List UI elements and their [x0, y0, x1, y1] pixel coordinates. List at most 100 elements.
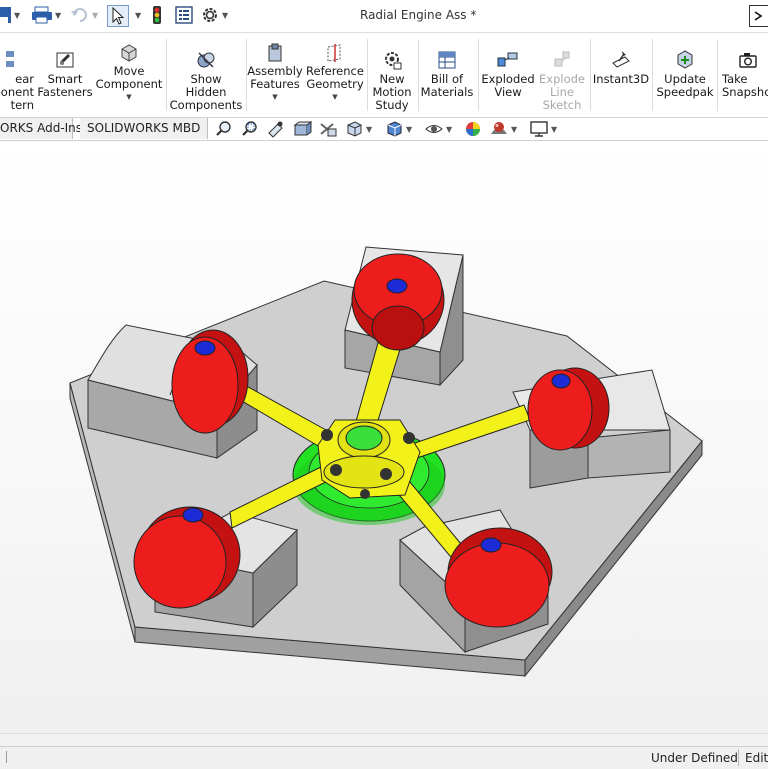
tab-solidworks-mbd[interactable]: SOLIDWORKS MBD — [80, 118, 209, 139]
reference-geometry-button[interactable]: Reference Geometry ▼ — [304, 33, 366, 117]
file-properties-button[interactable] — [175, 5, 193, 25]
radial-engine-model[interactable] — [0, 141, 768, 746]
dynamic-annotation-button[interactable] — [318, 120, 338, 138]
title-bar: ▼ ▼ ▼ ▼ ▼ Radial Engine Ass * — [0, 0, 768, 33]
zoom-to-area-icon — [242, 121, 257, 136]
hub-bolt — [360, 489, 370, 499]
ribbon-label: Smart Fasteners — [37, 72, 93, 99]
window-restore-button[interactable] — [749, 5, 768, 27]
apply-scene-button[interactable]: ▼ — [489, 120, 517, 138]
hide-show-items-button[interactable]: ▼ — [424, 120, 452, 138]
piston[interactable] — [527, 367, 610, 451]
chevron-down-icon: ▼ — [366, 124, 373, 134]
status-definition-state: Under Defined — [651, 751, 738, 765]
smart-fasteners-icon — [54, 39, 76, 71]
hub-bolt — [403, 432, 415, 444]
ribbon-label: ear ponent tern — [0, 72, 34, 112]
ribbon-separator — [652, 39, 653, 111]
status-divider — [738, 749, 739, 766]
section-view-button[interactable] — [292, 120, 312, 138]
chevron-down-icon: ▼ — [511, 124, 518, 134]
ribbon-separator — [166, 39, 167, 111]
camera-icon — [737, 39, 759, 71]
move-component-button[interactable]: Move Component ▼ — [96, 33, 162, 117]
bill-of-materials-button[interactable]: Bill of Materials — [420, 33, 474, 117]
hub-bolt — [330, 464, 342, 476]
chevron-down-icon: ▼ — [14, 10, 21, 20]
chevron-down-icon[interactable]: ▼ — [272, 93, 277, 101]
status-editing-mode: Editi — [745, 751, 768, 765]
eye-icon — [425, 125, 443, 133]
chevron-down-icon[interactable]: ▼ — [126, 93, 131, 101]
move-component-icon — [118, 39, 140, 63]
rebuild-button[interactable] — [151, 5, 163, 25]
ribbon-label: Update Speedpak — [656, 72, 714, 99]
explode-line-sketch-icon — [551, 39, 573, 71]
chevron-down-icon: ▼ — [135, 10, 142, 20]
linear-component-pattern-button[interactable]: ear ponent tern — [0, 33, 34, 117]
master-rod-hub[interactable] — [317, 419, 421, 499]
print-button[interactable]: ▼ — [31, 5, 61, 25]
graphics-area[interactable] — [0, 141, 768, 746]
undo-icon — [71, 8, 87, 22]
piston[interactable] — [444, 527, 553, 628]
command-manager-tabs: ORKS Add-Ins SOLIDWORKS MBD ▼ ▼ ▼ ▼ ▼ — [0, 118, 768, 141]
previous-view-button[interactable] — [266, 120, 286, 138]
chevron-down-icon: ▼ — [406, 124, 413, 134]
exploded-view-button[interactable]: Exploded View — [480, 33, 536, 117]
document-title: Radial Engine Ass * — [360, 8, 477, 22]
assembly-features-button[interactable]: Assembly Features ▼ — [247, 33, 303, 117]
traffic-light-icon — [153, 6, 161, 24]
edit-appearance-button[interactable] — [463, 120, 483, 138]
chevron-down-icon: ▼ — [92, 10, 99, 20]
reference-geometry-icon — [324, 39, 346, 63]
take-snapshot-button[interactable]: Take Snapsho — [720, 33, 768, 117]
command-manager-ribbon: ear ponent tern Smart Fasteners Move Com… — [0, 33, 768, 118]
view-orientation-icon — [347, 121, 362, 137]
zoom-to-fit-button[interactable] — [214, 120, 234, 138]
ribbon-separator — [418, 39, 419, 111]
bill-of-materials-icon — [436, 39, 458, 71]
status-divider — [6, 751, 7, 763]
select-button[interactable] — [107, 5, 129, 27]
ribbon-label: Explode Line Sketch — [539, 72, 585, 112]
pattern-icon — [6, 39, 16, 71]
monitor-icon — [530, 121, 548, 137]
hub-bolt — [321, 429, 333, 441]
display-style-button[interactable]: ▼ — [384, 120, 412, 138]
ribbon-separator — [590, 39, 591, 111]
options-button[interactable]: ▼ — [200, 5, 228, 25]
display-style-icon — [387, 121, 402, 137]
horizontal-scrollbar[interactable] — [0, 733, 768, 746]
window-icon — [754, 11, 763, 21]
view-orientation-button[interactable]: ▼ — [344, 120, 372, 138]
new-motion-study-button[interactable]: New Motion Study — [369, 33, 415, 117]
exploded-view-icon — [496, 39, 520, 71]
select-icon — [112, 7, 125, 25]
chevron-down-icon[interactable]: ▼ — [332, 93, 337, 101]
smart-fasteners-button[interactable]: Smart Fasteners — [36, 33, 94, 117]
show-hidden-components-button[interactable]: Show Hidden Components — [170, 33, 242, 117]
show-hidden-icon — [195, 39, 217, 71]
view-settings-button[interactable]: ▼ — [529, 120, 557, 138]
select-dropdown[interactable]: ▼ — [133, 5, 141, 25]
explode-line-sketch-button[interactable]: Explode Line Sketch — [536, 33, 588, 117]
instant3d-button[interactable]: Instant3D — [592, 33, 650, 117]
motion-study-icon — [381, 39, 403, 71]
ribbon-separator — [478, 39, 479, 111]
ribbon-separator — [367, 39, 368, 111]
ribbon-label: New Motion Study — [372, 72, 412, 112]
ribbon-label: Instant3D — [592, 72, 650, 86]
chevron-down-icon: ▼ — [55, 10, 62, 20]
tab-addins[interactable]: ORKS Add-Ins — [0, 118, 82, 139]
update-speedpak-icon — [674, 39, 696, 71]
zoom-to-area-button[interactable] — [240, 120, 260, 138]
ribbon-label: Assembly Features — [247, 64, 303, 91]
status-bar: Under Defined Editi — [0, 746, 768, 769]
update-speedpak-button[interactable]: Update Speedpak — [654, 33, 716, 117]
scene-icon — [491, 122, 507, 134]
dynamic-annotation-icon — [320, 123, 337, 137]
options-gear-icon — [203, 8, 217, 22]
undo-button[interactable]: ▼ — [70, 5, 98, 25]
save-button[interactable]: ▼ — [0, 5, 20, 25]
